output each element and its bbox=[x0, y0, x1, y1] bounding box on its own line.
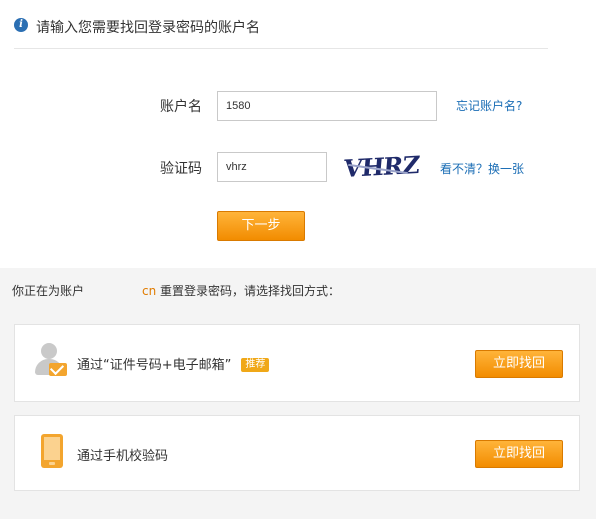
captcha-image[interactable]: VHRZ bbox=[343, 150, 421, 188]
account-suffix: cn bbox=[142, 284, 157, 298]
account-label: 账户名 bbox=[160, 99, 202, 115]
captcha-input[interactable] bbox=[217, 152, 327, 182]
find-account-panel: i 请输入您需要找回登录密码的账户名 账户名 忘记账户名? 验证码 VHRZ 看… bbox=[0, 0, 596, 268]
captcha-label: 验证码 bbox=[160, 161, 202, 177]
reset-suffix: 重置登录密码，请选择找回方式： bbox=[160, 284, 341, 298]
recover-now-button[interactable]: 立即找回 bbox=[475, 350, 563, 378]
method-card-phone: 通过手机校验码 立即找回 bbox=[14, 415, 580, 491]
refresh-captcha-link[interactable]: 看不清？换一张 bbox=[440, 160, 524, 177]
method-card-id-email: 通过“证件号码+电子邮箱” 推荐 立即找回 bbox=[14, 324, 580, 402]
mobile-phone-icon bbox=[41, 434, 63, 468]
account-input[interactable] bbox=[217, 91, 437, 121]
method-label-wrap: 通过“证件号码+电子邮箱” 推荐 bbox=[77, 354, 270, 373]
info-icon: i bbox=[14, 18, 28, 32]
panel-header: i 请输入您需要找回登录密码的账户名 bbox=[14, 16, 548, 49]
reset-info: 你正在为账户 cn 重置登录密码，请选择找回方式： bbox=[12, 282, 340, 299]
recommend-badge: 推荐 bbox=[241, 358, 270, 372]
forgot-account-link[interactable]: 忘记账户名? bbox=[456, 97, 522, 114]
method-label: 通过“证件号码+电子邮箱” bbox=[77, 358, 232, 373]
method-label: 通过手机校验码 bbox=[77, 449, 169, 464]
recover-now-button[interactable]: 立即找回 bbox=[475, 440, 563, 468]
person-mail-icon bbox=[35, 343, 69, 379]
next-step-button[interactable]: 下一步 bbox=[217, 211, 305, 241]
reset-prefix: 你正在为账户 bbox=[12, 284, 85, 298]
page-title: 请输入您需要找回登录密码的账户名 bbox=[36, 20, 260, 36]
